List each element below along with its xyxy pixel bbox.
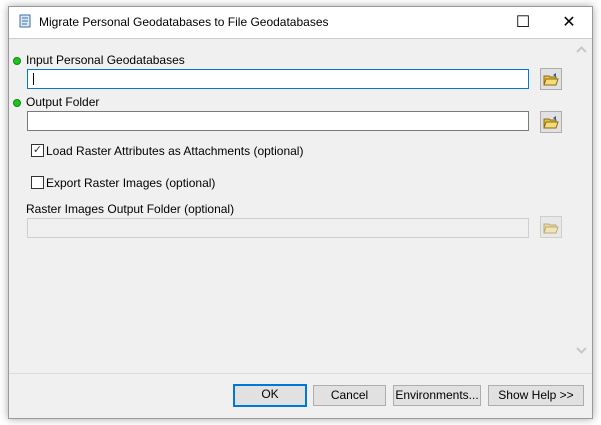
scroll-down-icon[interactable]: [576, 347, 587, 354]
raster-folder-browse-button: [540, 216, 562, 238]
vertical-scrollbar[interactable]: [573, 39, 590, 373]
open-folder-icon: [543, 116, 559, 129]
toolbox-tool-icon: [19, 14, 31, 28]
output-folder-field[interactable]: [27, 111, 529, 131]
scroll-up-icon[interactable]: [576, 46, 587, 53]
required-indicator-icon: [13, 99, 21, 107]
window-title: Migrate Personal Geodatabases to File Ge…: [39, 15, 329, 29]
load-raster-checkbox[interactable]: ✓: [31, 144, 44, 157]
close-button[interactable]: ✕: [546, 7, 592, 38]
title-bar: Migrate Personal Geodatabases to File Ge…: [9, 7, 592, 39]
maximize-button[interactable]: ☐: [500, 7, 546, 38]
input-gdb-field[interactable]: [27, 69, 529, 89]
load-raster-label[interactable]: Load Raster Attributes as Attachments (o…: [46, 144, 303, 158]
input-gdb-label: Input Personal Geodatabases: [26, 53, 185, 67]
text-cursor: [33, 73, 34, 85]
cancel-button[interactable]: Cancel: [313, 385, 386, 406]
open-folder-icon: [543, 223, 559, 234]
environments-button[interactable]: Environments...: [393, 385, 481, 406]
input-gdb-browse-button[interactable]: [540, 68, 562, 90]
output-folder-browse-button[interactable]: [540, 111, 562, 133]
output-folder-label: Output Folder: [26, 95, 100, 109]
divider: [9, 373, 592, 374]
show-help-button[interactable]: Show Help >>: [488, 385, 584, 406]
raster-folder-label: Raster Images Output Folder (optional): [26, 202, 235, 216]
export-raster-label[interactable]: Export Raster Images (optional): [46, 176, 215, 190]
open-folder-icon: [543, 73, 559, 86]
ok-button[interactable]: OK: [233, 384, 307, 407]
required-indicator-icon: [13, 57, 21, 65]
tool-dialog: Migrate Personal Geodatabases to File Ge…: [8, 6, 593, 419]
export-raster-checkbox[interactable]: [31, 176, 44, 189]
raster-folder-field: [27, 218, 529, 238]
